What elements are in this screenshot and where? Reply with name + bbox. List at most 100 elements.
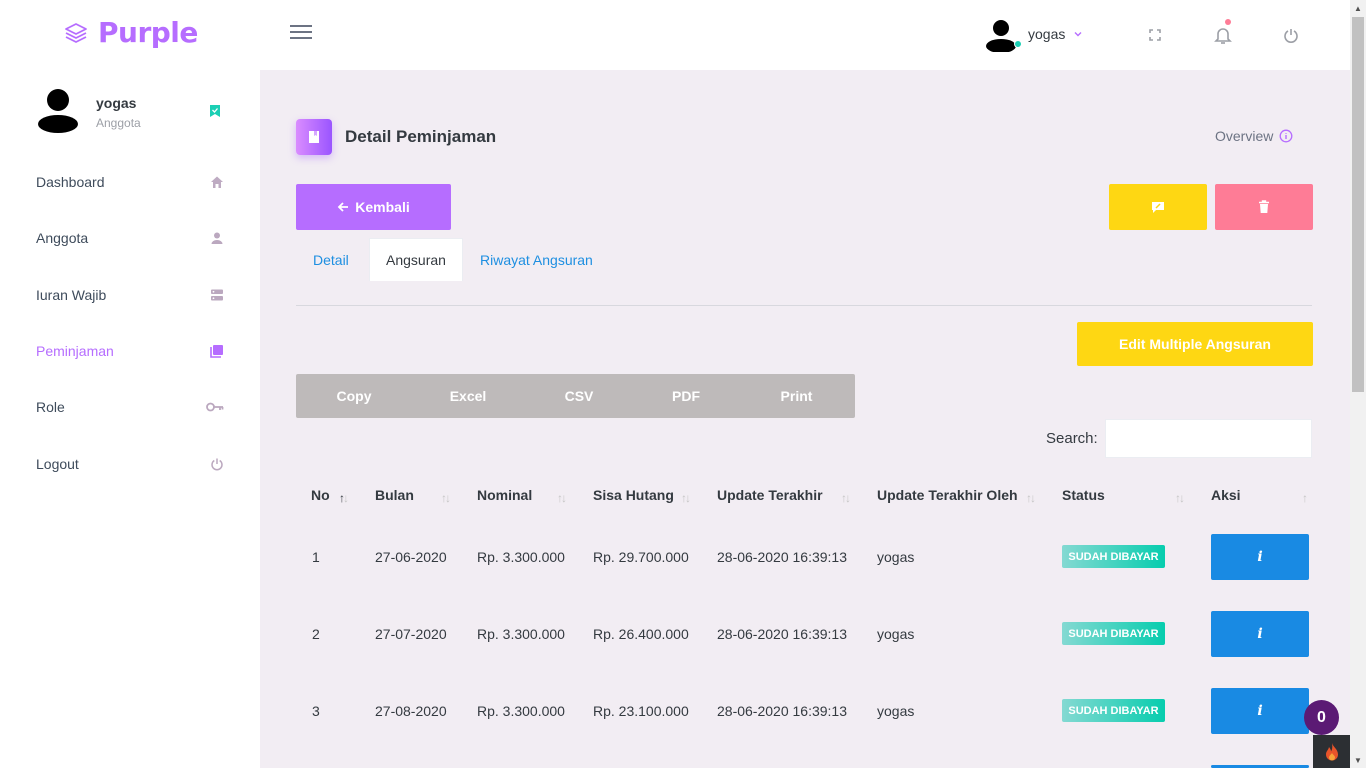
column-header-bulan[interactable]: Bulan [375, 487, 414, 503]
overview-label: Overview [1215, 128, 1274, 144]
profile-name: yogas [96, 95, 137, 111]
column-header-no[interactable]: No [311, 487, 330, 503]
sidebar-item-label: Iuran Wajib [36, 287, 107, 303]
cell-update-oleh: yogas [877, 549, 915, 565]
sort-icon[interactable]: ↑↓ [1026, 491, 1036, 505]
sort-icon[interactable]: ↑ [1302, 491, 1308, 505]
status-badge: SUDAH DIBAYAR [1062, 699, 1165, 722]
sidebar-item-peminjaman[interactable]: Peminjaman [36, 339, 224, 363]
tab-riwayat-angsuran[interactable]: Riwayat Angsuran [480, 238, 593, 281]
server-icon [211, 289, 223, 301]
copy-button[interactable]: Copy [296, 374, 412, 418]
sort-icon[interactable]: ↑↓ [557, 491, 567, 505]
cell-no: 1 [312, 549, 320, 565]
cell-update-terakhir: 28-06-2020 16:39:13 [717, 626, 847, 642]
top-navbar: Purple yogas [0, 0, 1350, 70]
cell-sisa-hutang: Rp. 26.400.000 [593, 626, 689, 642]
user-icon [211, 232, 223, 244]
bell-icon[interactable] [1210, 19, 1236, 48]
sort-icon[interactable]: ↑↓ [441, 491, 451, 505]
sidebar-item-iuran-wajib[interactable]: Iuran Wajib [36, 283, 224, 307]
tab-angsuran[interactable]: Angsuran [369, 238, 463, 281]
sidebar-item-label: Dashboard [36, 174, 105, 190]
csv-button[interactable]: CSV [524, 374, 634, 418]
edit-button[interactable] [1109, 184, 1207, 230]
profile-role: Anggota [96, 116, 141, 130]
fullscreen-icon[interactable] [1142, 22, 1168, 48]
layers-icon [65, 22, 87, 43]
fire-widget[interactable] [1313, 735, 1350, 768]
sidebar-item-dashboard[interactable]: Dashboard [36, 170, 224, 194]
scrollbar-thumb[interactable] [1352, 17, 1364, 392]
cell-update-oleh: yogas [877, 626, 915, 642]
avatar [38, 89, 78, 133]
sort-icon[interactable]: ↑↓ [339, 491, 349, 505]
column-header-aksi[interactable]: Aksi [1211, 487, 1241, 503]
search-label: Search: [1046, 430, 1098, 447]
scroll-down-arrow-icon[interactable]: ▼ [1350, 752, 1366, 768]
chevron-down-icon [1074, 32, 1082, 37]
cell-bulan: 27-06-2020 [375, 549, 447, 565]
info-button[interactable]: i [1211, 688, 1309, 734]
cell-update-oleh: yogas [877, 703, 915, 719]
scroll-up-arrow-icon[interactable]: ▲ [1350, 0, 1366, 16]
column-header-update-terakhir-oleh[interactable]: Update Terakhir Oleh [877, 487, 1018, 503]
cell-nominal: Rp. 3.300.000 [477, 549, 565, 565]
page-header-icon [296, 119, 332, 155]
user-dropdown[interactable]: yogas [984, 16, 1083, 53]
nav-username: yogas [1028, 26, 1066, 42]
column-header-sisa-hutang[interactable]: Sisa Hutang [593, 487, 674, 503]
cell-bulan: 27-08-2020 [375, 703, 447, 719]
counter-badge[interactable]: 0 [1304, 700, 1339, 735]
online-status-dot [1014, 40, 1022, 48]
key-icon [206, 402, 224, 412]
cell-sisa-hutang: Rp. 29.700.000 [593, 549, 689, 565]
notification-dot [1225, 19, 1231, 25]
search-input[interactable] [1105, 419, 1312, 458]
back-button[interactable]: Kembali [296, 184, 451, 230]
print-button[interactable]: Print [738, 374, 855, 418]
avatar [984, 16, 1022, 53]
menu-toggle-icon[interactable] [290, 25, 312, 45]
sidebar: yogas Anggota Dashboard Anggota Iuran Wa… [0, 70, 260, 768]
cell-bulan: 27-07-2020 [375, 626, 447, 642]
info-button[interactable]: i [1211, 534, 1309, 580]
export-button-group: Copy Excel CSV PDF Print [296, 374, 855, 418]
sort-icon[interactable]: ↑↓ [681, 491, 691, 505]
page-title: Detail Peminjaman [345, 127, 497, 146]
excel-button[interactable]: Excel [412, 374, 524, 418]
overview-link[interactable]: Overview [1215, 128, 1293, 144]
tab-detail[interactable]: Detail [313, 238, 349, 281]
cell-sisa-hutang: Rp. 23.100.000 [593, 703, 689, 719]
cell-nominal: Rp. 3.300.000 [477, 703, 565, 719]
power-icon[interactable] [1278, 22, 1304, 48]
sidebar-item-anggota[interactable]: Anggota [36, 226, 224, 250]
arrow-left-icon [337, 202, 349, 212]
cell-nominal: Rp. 3.300.000 [477, 626, 565, 642]
info-button[interactable]: i [1211, 611, 1309, 657]
home-icon [211, 176, 223, 188]
info-circle-icon [1279, 129, 1293, 143]
book-icon [210, 345, 223, 358]
sidebar-item-logout[interactable]: Logout [36, 452, 224, 476]
edit-icon [1152, 202, 1164, 213]
sidebar-item-label: Anggota [36, 230, 89, 246]
column-header-status[interactable]: Status [1062, 487, 1105, 503]
edit-multiple-angsuran-button[interactable]: Edit Multiple Angsuran [1077, 322, 1313, 366]
column-header-update-terakhir[interactable]: Update Terakhir [717, 487, 823, 503]
trash-icon [1259, 200, 1269, 213]
sidebar-item-role[interactable]: Role [36, 395, 224, 419]
sort-icon[interactable]: ↑↓ [841, 491, 851, 505]
column-header-nominal[interactable]: Nominal [477, 487, 532, 503]
fire-icon [1325, 742, 1338, 760]
cell-no: 3 [312, 703, 320, 719]
pdf-button[interactable]: PDF [634, 374, 738, 418]
sidebar-profile[interactable]: yogas Anggota [36, 88, 236, 138]
sidebar-item-label: Peminjaman [36, 343, 114, 359]
power-icon [211, 458, 223, 471]
brand-logo[interactable]: Purple [64, 16, 198, 49]
book-icon [309, 131, 319, 143]
delete-button[interactable] [1215, 184, 1313, 230]
bookmark-check-icon [210, 105, 220, 117]
sort-icon[interactable]: ↑↓ [1175, 491, 1185, 505]
